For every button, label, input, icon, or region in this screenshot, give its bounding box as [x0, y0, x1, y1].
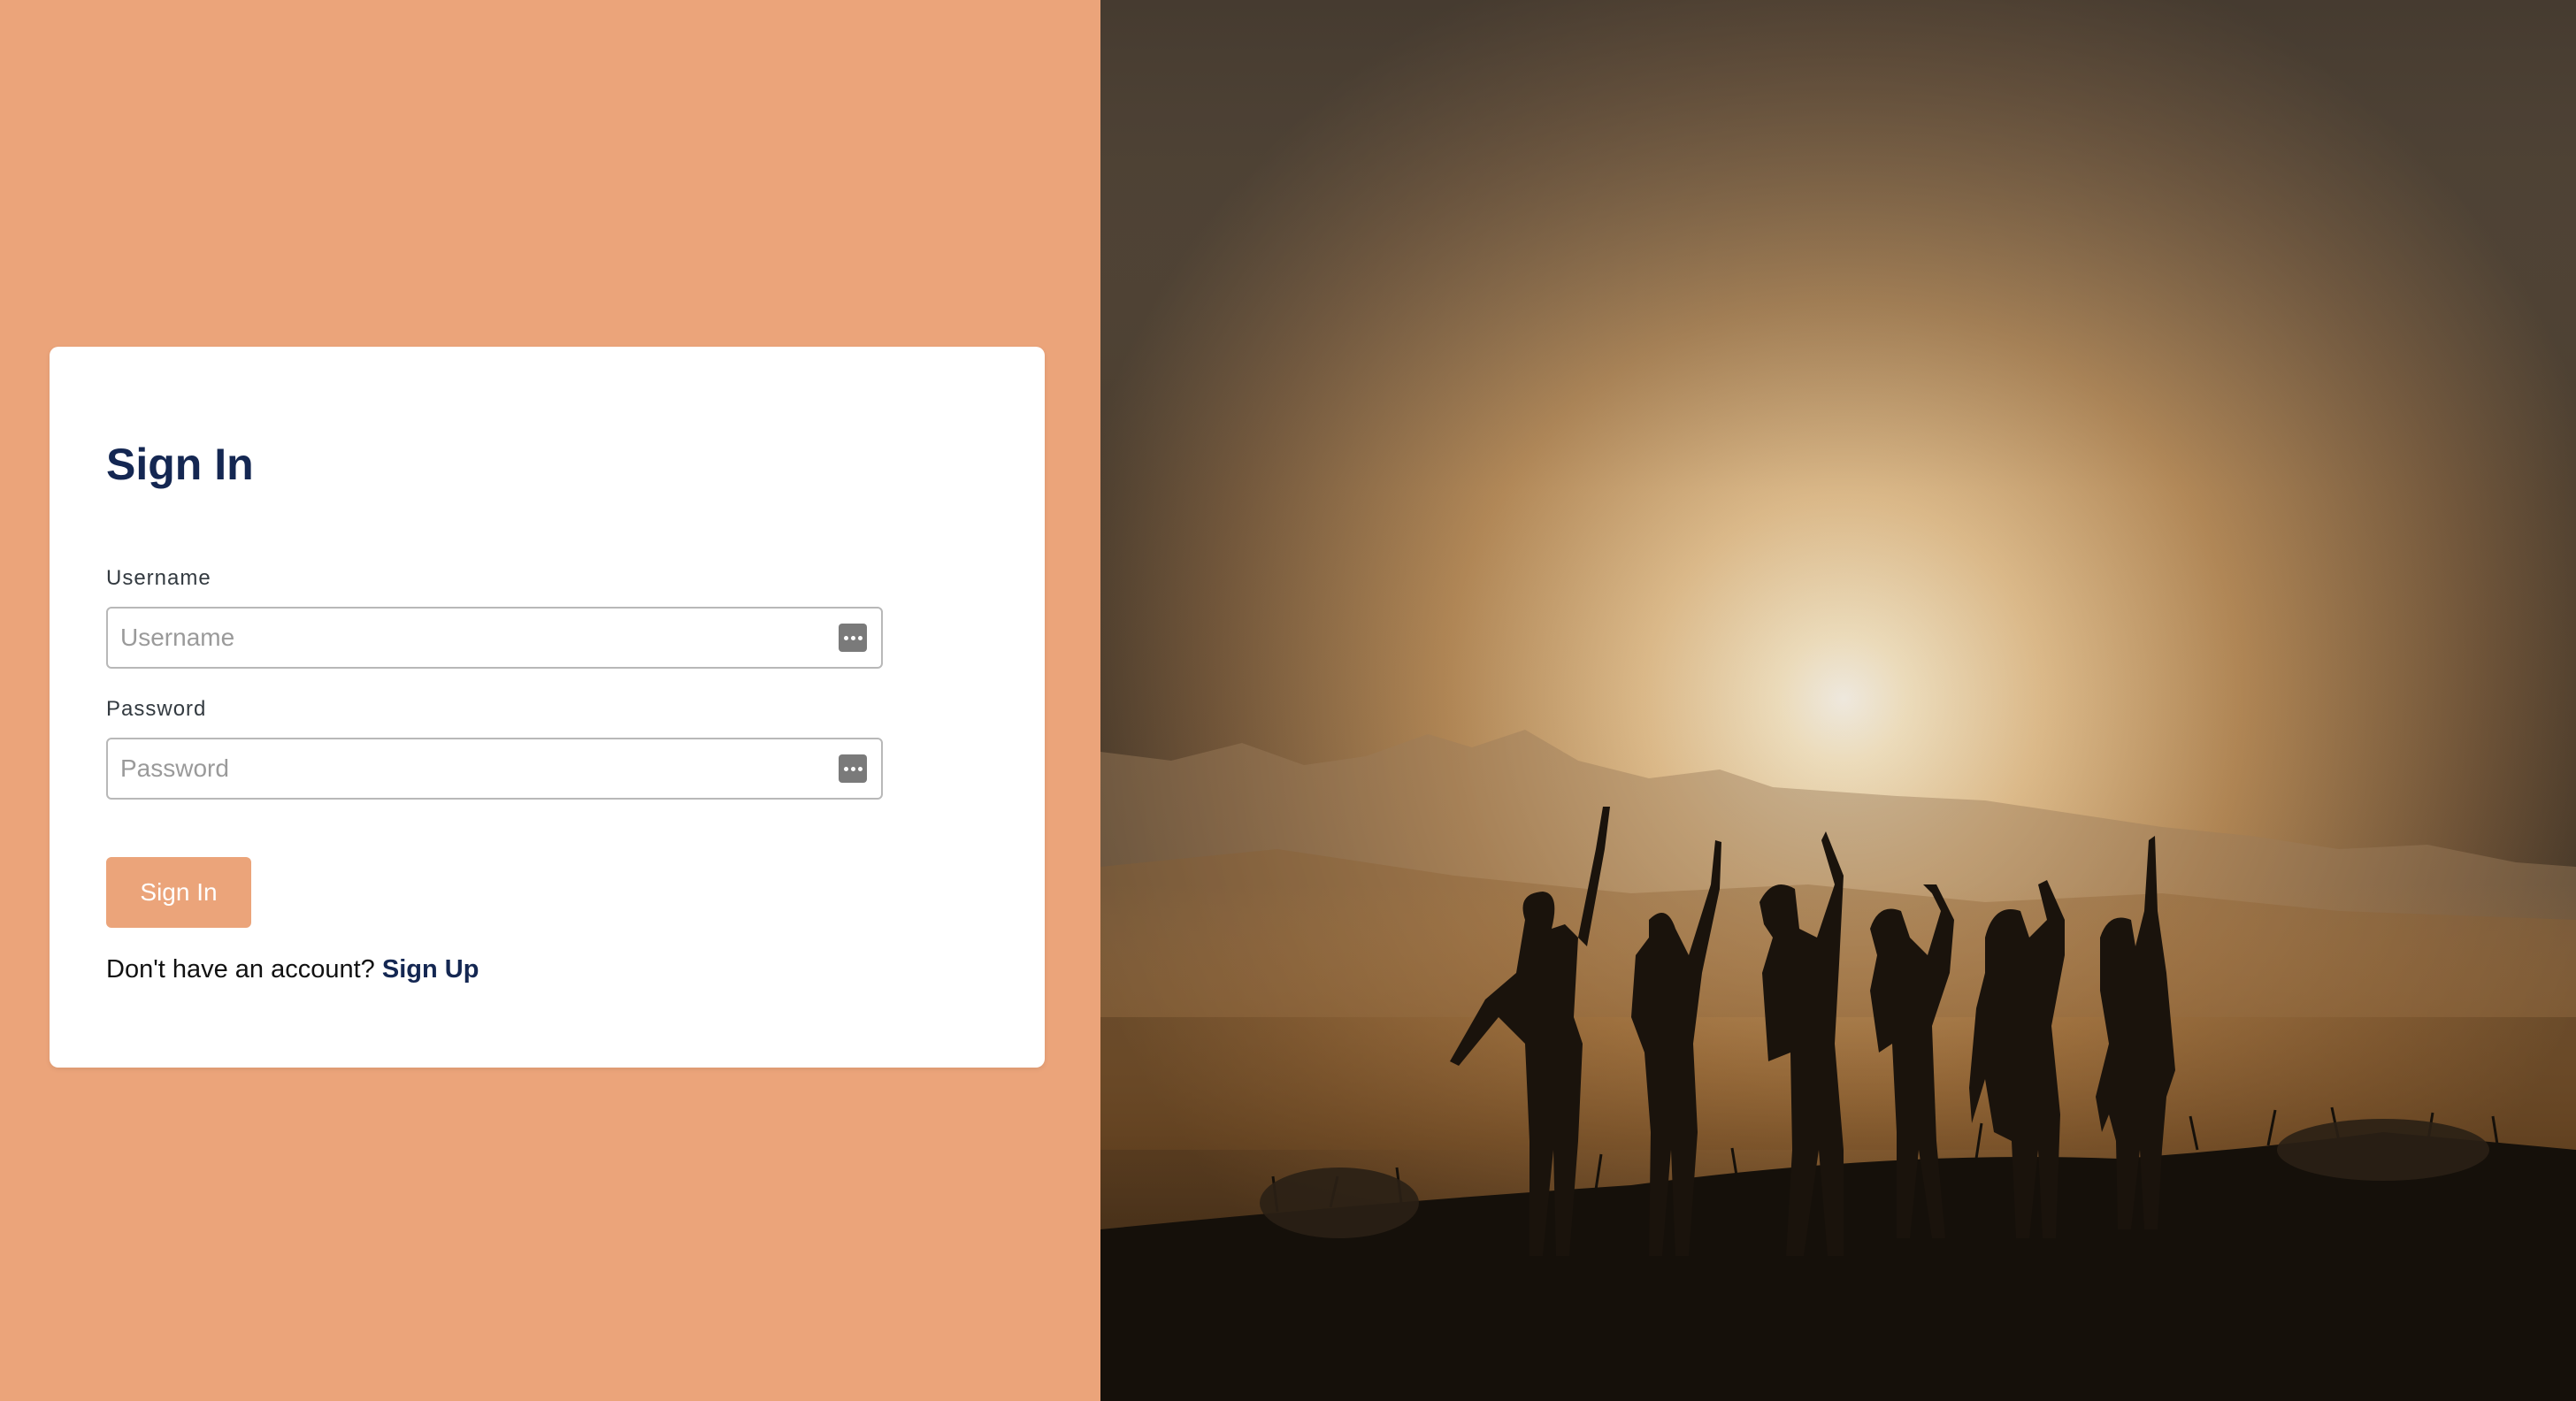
signup-prompt: Don't have an account? Sign Up — [106, 955, 479, 984]
signup-link[interactable]: Sign Up — [382, 955, 479, 984]
sunset-photo — [1100, 0, 2576, 1401]
password-label: Password — [106, 697, 207, 721]
password-field-wrapper — [106, 738, 883, 800]
left-panel: Sign In Username Password Sign In Don't … — [0, 0, 1100, 1401]
signin-button[interactable]: Sign In — [106, 857, 251, 928]
username-field-wrapper — [106, 607, 883, 669]
signin-title: Sign In — [106, 440, 254, 489]
username-label: Username — [106, 566, 211, 590]
password-manager-dots-icon[interactable] — [839, 624, 867, 652]
username-input[interactable] — [108, 609, 881, 667]
password-manager-dots-icon[interactable] — [839, 754, 867, 783]
no-account-text: Don't have an account? — [106, 955, 375, 984]
hero-image — [1100, 0, 2576, 1401]
signin-page: Sign In Username Password Sign In Don't … — [0, 0, 2576, 1401]
password-input[interactable] — [108, 739, 881, 798]
signin-card: Sign In Username Password Sign In Don't … — [50, 347, 1045, 1068]
